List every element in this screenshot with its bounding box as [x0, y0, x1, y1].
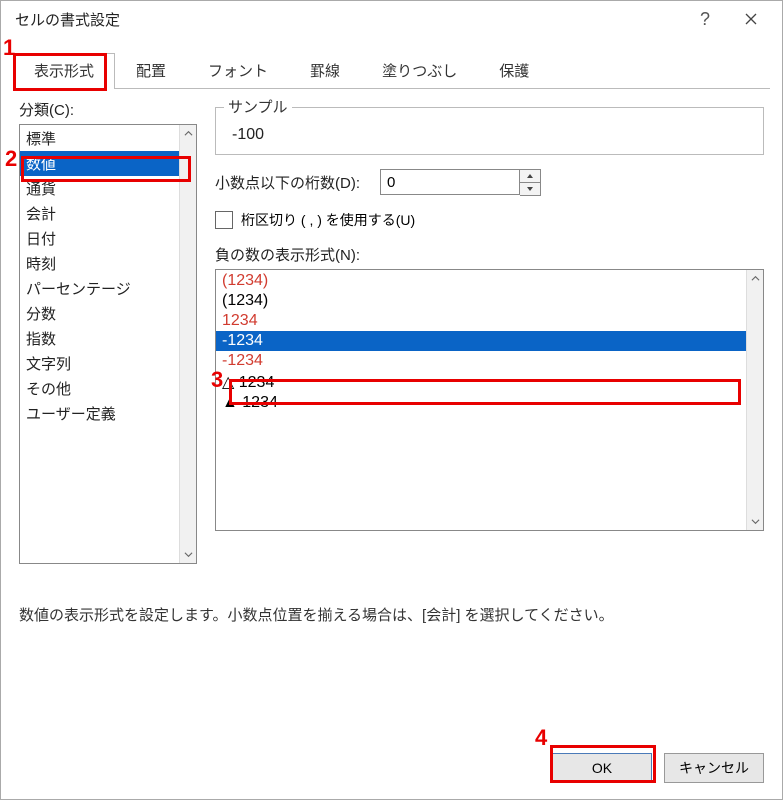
negative-item[interactable]: (1234) [216, 291, 763, 311]
decimals-spinner [380, 169, 541, 196]
category-label: 分類(C): [19, 99, 197, 120]
spin-down-button[interactable] [520, 183, 540, 196]
negative-item[interactable]: △ 1234 [216, 371, 763, 393]
negative-list-inner: (1234) (1234) 1234 -1234 -1234 △ 1234 ▲ … [216, 270, 763, 414]
negative-item[interactable]: -1234 [216, 351, 763, 371]
category-item-custom[interactable]: ユーザー定義 [20, 401, 196, 426]
category-list-inner: 標準 数値 通貨 会計 日付 時刻 パーセンテージ 分数 指数 文字列 その他 … [20, 125, 196, 427]
chevron-down-icon [751, 517, 760, 526]
negative-item[interactable]: -1234 [216, 331, 763, 351]
category-scrollbar[interactable] [179, 125, 196, 563]
decimals-row: 小数点以下の桁数(D): [215, 169, 764, 196]
chevron-up-icon [184, 129, 193, 138]
close-button[interactable] [728, 4, 774, 34]
decimals-input[interactable] [380, 169, 520, 195]
dialog-body: 分類(C): 標準 数値 通貨 会計 日付 時刻 パーセンテージ 分数 指数 文… [1, 89, 782, 564]
spin-up-button[interactable] [520, 170, 540, 183]
category-item-accounting[interactable]: 会計 [20, 201, 196, 226]
category-item-number[interactable]: 数値 [20, 151, 196, 176]
scroll-up-button[interactable] [747, 270, 763, 287]
annotation-number-4: 4 [535, 725, 547, 751]
scroll-track[interactable] [747, 287, 763, 513]
thousands-label: 桁区切り ( , ) を使用する(U) [241, 210, 415, 230]
thousands-checkbox[interactable] [215, 211, 233, 229]
tab-font[interactable]: フォント [187, 53, 289, 88]
category-item-time[interactable]: 時刻 [20, 251, 196, 276]
tab-fill[interactable]: 塗りつぶし [361, 53, 478, 88]
category-item-text[interactable]: 文字列 [20, 351, 196, 376]
negative-label: 負の数の表示形式(N): [215, 244, 764, 265]
format-cells-dialog: セルの書式設定 ? 表示形式 配置 フォント 罫線 塗りつぶし 保護 分類(C)… [0, 0, 783, 800]
sample-value: -100 [226, 126, 753, 144]
negative-item[interactable]: ▲ 1234 [216, 393, 763, 413]
ok-button[interactable]: OK [552, 753, 652, 783]
description-text: 数値の表示形式を設定します。小数点位置を揃える場合は、[会計] を選択してくださ… [19, 604, 764, 625]
cancel-button[interactable]: キャンセル [664, 753, 764, 783]
button-row: OK キャンセル [552, 753, 764, 783]
category-item-standard[interactable]: 標準 [20, 126, 196, 151]
tab-strip: 表示形式 配置 フォント 罫線 塗りつぶし 保護 [13, 55, 770, 89]
scroll-track[interactable] [180, 142, 196, 546]
thousands-row: 桁区切り ( , ) を使用する(U) [215, 210, 764, 230]
chevron-down-icon [184, 550, 193, 559]
negative-list[interactable]: (1234) (1234) 1234 -1234 -1234 △ 1234 ▲ … [215, 269, 764, 531]
negative-scrollbar[interactable] [746, 270, 763, 530]
scroll-down-button[interactable] [747, 513, 763, 530]
decimals-label: 小数点以下の桁数(D): [215, 172, 360, 193]
triangle-down-icon [526, 186, 534, 192]
category-item-scientific[interactable]: 指数 [20, 326, 196, 351]
scroll-down-button[interactable] [180, 546, 196, 563]
negative-item[interactable]: 1234 [216, 311, 763, 331]
category-item-special[interactable]: その他 [20, 376, 196, 401]
tab-number-format[interactable]: 表示形式 [13, 53, 115, 88]
right-column: サンプル -100 小数点以下の桁数(D): 桁区切り ( , ) を使用する(… [215, 99, 764, 564]
scroll-up-button[interactable] [180, 125, 196, 142]
category-item-fraction[interactable]: 分数 [20, 301, 196, 326]
triangle-up-icon [526, 173, 534, 179]
category-list[interactable]: 標準 数値 通貨 会計 日付 時刻 パーセンテージ 分数 指数 文字列 その他 … [19, 124, 197, 564]
chevron-up-icon [751, 274, 760, 283]
close-icon [745, 13, 757, 25]
category-item-date[interactable]: 日付 [20, 226, 196, 251]
help-button[interactable]: ? [682, 4, 728, 34]
tab-protection[interactable]: 保護 [478, 53, 550, 88]
dialog-title: セルの書式設定 [15, 9, 682, 30]
sample-group: サンプル -100 [215, 107, 764, 155]
negative-item[interactable]: (1234) [216, 271, 763, 291]
spin-buttons [520, 169, 541, 196]
left-column: 分類(C): 標準 数値 通貨 会計 日付 時刻 パーセンテージ 分数 指数 文… [19, 99, 197, 564]
tab-alignment[interactable]: 配置 [115, 53, 187, 88]
category-item-percentage[interactable]: パーセンテージ [20, 276, 196, 301]
titlebar: セルの書式設定 ? [1, 1, 782, 37]
category-item-currency[interactable]: 通貨 [20, 176, 196, 201]
sample-legend: サンプル [224, 96, 292, 117]
tab-border[interactable]: 罫線 [289, 53, 361, 88]
